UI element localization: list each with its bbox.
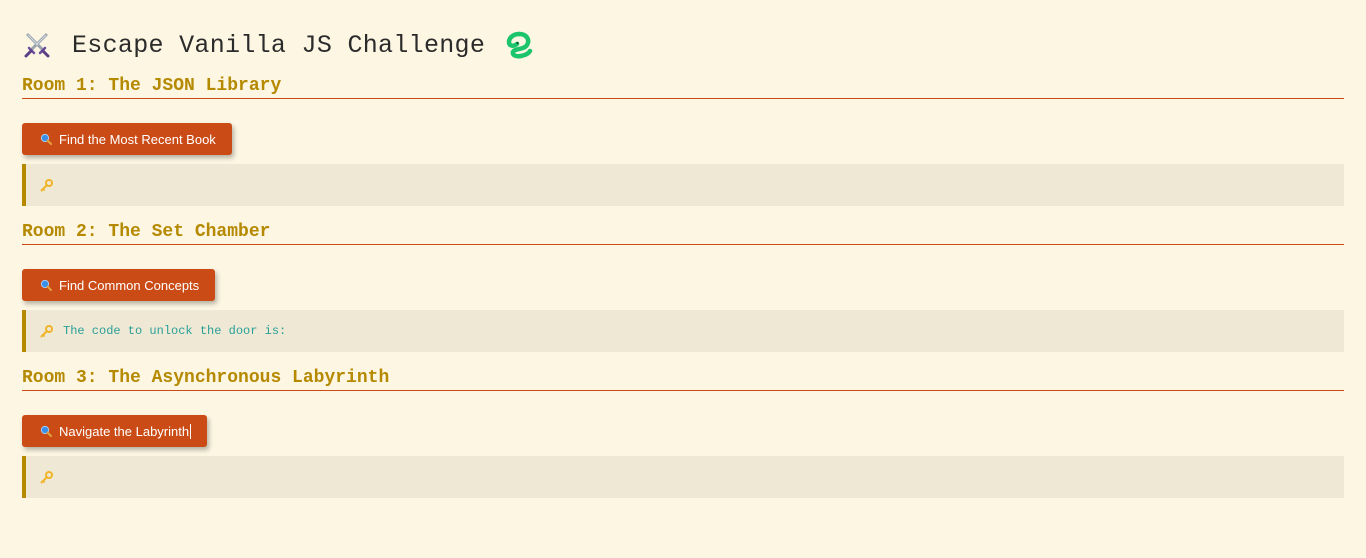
page: Escape Vanilla JS Challenge Room 1: The … [0,22,1366,498]
magnifier-icon [40,133,52,145]
find-common-concepts-button[interactable]: Find Common Concepts [22,269,216,301]
room-3-section: Room 3: The Asynchronous Labyrinth Navig… [22,368,1344,498]
room-2-heading: Room 2: The Set Chamber [22,222,1344,245]
magnifier-icon [40,279,52,291]
key-icon [40,178,53,192]
room-2-result-text: The code to unlock the door is: [63,324,287,338]
room-3-heading: Room 3: The Asynchronous Labyrinth [22,368,1344,391]
snake-icon [503,30,533,60]
page-title: Escape Vanilla JS Challenge [72,30,486,60]
room-3-result [22,456,1344,498]
room-1-heading: Room 1: The JSON Library [22,76,1344,99]
room-1-result [22,164,1344,206]
crossed-swords-icon [22,30,52,60]
room-2-result: The code to unlock the door is: [22,310,1344,352]
magnifier-icon [40,425,52,437]
room-2-section: Room 2: The Set Chamber Find Common Conc… [22,222,1344,352]
key-icon [40,324,53,338]
text-cursor [190,423,192,439]
navigate-labyrinth-label: Navigate the Labyrinth [59,423,190,439]
page-title-row: Escape Vanilla JS Challenge [22,22,1344,68]
key-icon [40,470,53,484]
find-most-recent-book-button[interactable]: Find the Most Recent Book [22,123,232,155]
navigate-labyrinth-button[interactable]: Navigate the Labyrinth [22,415,208,447]
find-common-concepts-label: Find Common Concepts [59,277,200,293]
find-most-recent-book-label: Find the Most Recent Book [59,131,216,147]
room-1-section: Room 1: The JSON Library Find the Most R… [22,76,1344,206]
